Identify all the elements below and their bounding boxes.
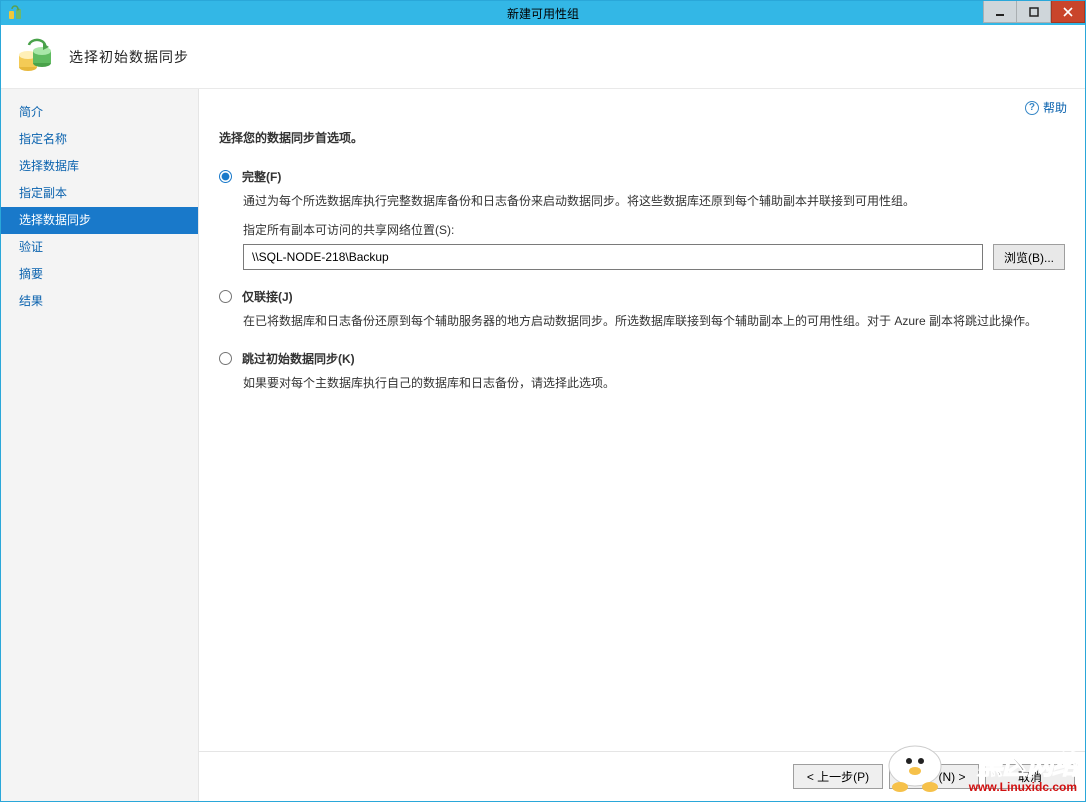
app-icon — [7, 5, 23, 21]
main-panel: ? 帮助 选择您的数据同步首选项。 完整(F) 通过为每个所选数据库执行完整数据… — [199, 89, 1085, 801]
option-full: 完整(F) 通过为每个所选数据库执行完整数据库备份和日志备份来启动数据同步。将这… — [219, 168, 1065, 270]
wizard-header: 选择初始数据同步 — [1, 25, 1085, 89]
wizard-icon — [15, 37, 55, 77]
nav-item-select-db[interactable]: 选择数据库 — [1, 153, 198, 180]
next-button[interactable]: 下一步(N) > — [889, 764, 979, 789]
nav-item-results[interactable]: 结果 — [1, 288, 198, 315]
help-link[interactable]: ? 帮助 — [1025, 99, 1067, 116]
browse-button[interactable]: 浏览(B)... — [993, 244, 1065, 270]
content-area: 选择您的数据同步首选项。 完整(F) 通过为每个所选数据库执行完整数据库备份和日… — [199, 89, 1085, 751]
page-title: 选择初始数据同步 — [69, 47, 189, 67]
option-join-label: 仅联接(J) — [242, 288, 293, 305]
option-full-label: 完整(F) — [242, 168, 281, 185]
option-skip-row[interactable]: 跳过初始数据同步(K) — [219, 350, 1065, 367]
option-full-row[interactable]: 完整(F) — [219, 168, 1065, 185]
wizard-nav: 简介 指定名称 选择数据库 指定副本 选择数据同步 验证 摘要 结果 — [1, 89, 199, 801]
prev-button[interactable]: < 上一步(P) — [793, 764, 883, 789]
help-label: 帮助 — [1043, 99, 1067, 116]
nav-item-validate[interactable]: 验证 — [1, 234, 198, 261]
wizard-body: 简介 指定名称 选择数据库 指定副本 选择数据同步 验证 摘要 结果 ? 帮助 … — [1, 89, 1085, 801]
option-join-desc: 在已将数据库和日志备份还原到每个辅助服务器的地方启动数据同步。所选数据库联接到每… — [243, 311, 1065, 331]
nav-item-select-sync[interactable]: 选择数据同步 — [1, 207, 198, 234]
wizard-footer: < 上一步(P) 下一步(N) > 取消 黑区网络 w — [199, 751, 1085, 801]
radio-skip[interactable] — [219, 352, 232, 365]
nav-item-specify-replica[interactable]: 指定副本 — [1, 180, 198, 207]
radio-full[interactable] — [219, 170, 232, 183]
option-full-desc: 通过为每个所选数据库执行完整数据库备份和日志备份来启动数据同步。将这些数据库还原… — [243, 191, 1065, 211]
help-icon: ? — [1025, 101, 1039, 115]
option-skip-desc: 如果要对每个主数据库执行自己的数据库和日志备份，请选择此选项。 — [243, 373, 1065, 393]
option-skip-label: 跳过初始数据同步(K) — [242, 350, 355, 367]
cancel-button[interactable]: 取消 — [985, 764, 1075, 789]
option-skip: 跳过初始数据同步(K) 如果要对每个主数据库执行自己的数据库和日志备份，请选择此… — [219, 350, 1065, 393]
option-join-row[interactable]: 仅联接(J) — [219, 288, 1065, 305]
close-button[interactable] — [1051, 1, 1085, 23]
window-controls — [983, 1, 1085, 23]
option-join: 仅联接(J) 在已将数据库和日志备份还原到每个辅助服务器的地方启动数据同步。所选… — [219, 288, 1065, 331]
instruction-text: 选择您的数据同步首选项。 — [219, 129, 1065, 146]
titlebar: 新建可用性组 — [1, 1, 1085, 25]
minimize-button[interactable] — [983, 1, 1017, 23]
share-location-input[interactable] — [243, 244, 983, 270]
nav-item-specify-name[interactable]: 指定名称 — [1, 126, 198, 153]
window-title: 新建可用性组 — [507, 5, 579, 22]
maximize-button[interactable] — [1017, 1, 1051, 23]
nav-item-intro[interactable]: 简介 — [1, 99, 198, 126]
radio-join[interactable] — [219, 290, 232, 303]
share-location-label: 指定所有副本可访问的共享网络位置(S): — [243, 221, 1065, 238]
nav-item-summary[interactable]: 摘要 — [1, 261, 198, 288]
wizard-window: 新建可用性组 选择初始数据同步 简介 指定名称 选 — [0, 0, 1086, 802]
